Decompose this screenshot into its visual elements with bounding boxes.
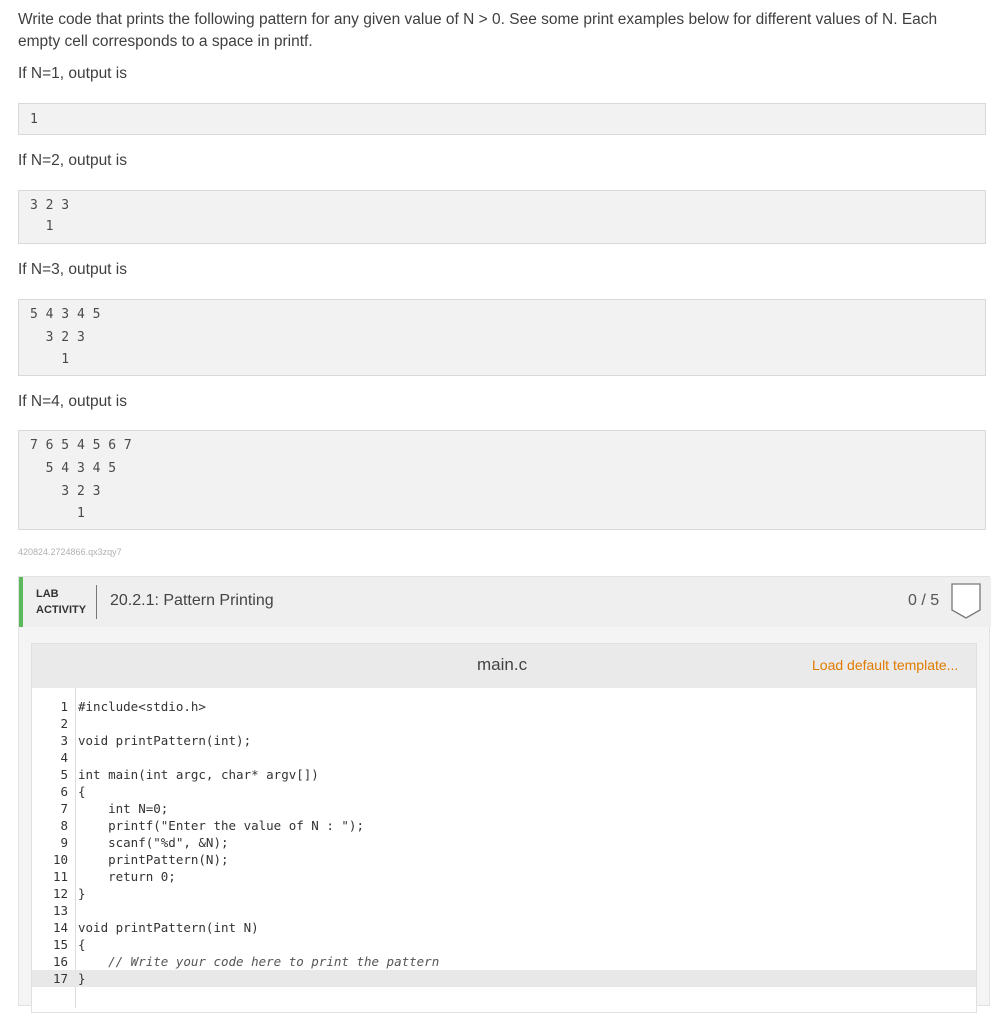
line-number: 17 — [52, 971, 68, 986]
line-number: 13 — [52, 903, 68, 918]
example-output-n4: 7 6 5 4 5 6 7 5 4 3 4 5 3 2 3 1 — [18, 430, 986, 530]
line-number: 7 — [60, 801, 68, 816]
code-text[interactable]: } — [78, 885, 86, 902]
editor-toolbar: main.c Load default template... — [32, 644, 976, 688]
example-output-n3: 5 4 3 4 5 3 2 3 1 — [18, 299, 986, 376]
code-line[interactable]: 9 scanf("%d", &N); — [32, 834, 976, 851]
line-number: 2 — [60, 716, 68, 731]
content-id: 420824.2724866.qx3zqy7 — [18, 547, 122, 557]
line-number: 3 — [60, 733, 68, 748]
line-number: 12 — [52, 886, 68, 901]
line-number: 5 — [60, 767, 68, 782]
lab-title: 20.2.1: Pattern Printing — [110, 592, 274, 609]
line-number: 9 — [60, 835, 68, 850]
code-text[interactable]: { — [78, 783, 86, 800]
code-text[interactable]: return 0; — [78, 868, 176, 885]
lab-activity-card: LAB ACTIVITY 20.2.1: Pattern Printing 0 … — [18, 576, 991, 1013]
line-number: 6 — [60, 784, 68, 799]
code-text[interactable]: int main(int argc, char* argv[]) — [78, 766, 319, 783]
example-label-n2: If N=2, output is — [18, 152, 127, 169]
load-default-template-link[interactable]: Load default template... — [812, 657, 958, 673]
code-line[interactable]: 1 #include<stdio.h> — [32, 698, 976, 715]
example-output-n1: 1 — [18, 103, 986, 135]
code-line[interactable]: 13 — [32, 902, 976, 919]
code-area[interactable]: 1 #include<stdio.h> 2 3 void printPattern(in… — [32, 688, 976, 1008]
code-line[interactable]: 7 int N=0; — [32, 800, 976, 817]
code-line[interactable]: 4 — [32, 749, 976, 766]
line-number: 10 — [52, 852, 68, 867]
code-text[interactable]: #include<stdio.h> — [78, 698, 206, 715]
completion-badge-icon — [951, 583, 981, 619]
line-number: 8 — [60, 818, 68, 833]
line-number: 1 — [60, 699, 68, 714]
code-text[interactable]: printPattern(N); — [78, 851, 228, 868]
problem-description: Write code that prints the following pat… — [18, 11, 938, 50]
lab-header: LAB ACTIVITY 20.2.1: Pattern Printing 0 … — [19, 577, 991, 627]
code-line[interactable]: 14 void printPattern(int N) — [32, 919, 976, 936]
score: 0 / 5 — [908, 592, 940, 609]
code-line[interactable]: 17} — [32, 970, 976, 987]
code-line[interactable]: 2 — [32, 715, 976, 732]
header-divider — [96, 585, 97, 619]
line-number: 16 — [52, 954, 68, 969]
code-line[interactable]: 15 { — [32, 936, 976, 953]
code-line[interactable]: 12} — [32, 885, 976, 902]
example-output-text: 1 — [30, 112, 38, 127]
example-label-n4: If N=4, output is — [18, 393, 127, 410]
line-number: 4 — [60, 750, 68, 765]
code-line[interactable]: 3 void printPattern(int); — [32, 732, 976, 749]
line-number: 15 — [52, 937, 68, 952]
filename: main.c — [477, 655, 528, 674]
code-text[interactable]: scanf("%d", &N); — [78, 834, 228, 851]
code-text[interactable]: // Write your code here to print the pat… — [78, 953, 439, 970]
code-line[interactable]: 11 return 0; — [32, 868, 976, 885]
code-editor[interactable]: main.c Load default template... 1 #includ… — [31, 643, 977, 1013]
code-text[interactable]: void printPattern(int); — [78, 732, 251, 749]
lab-tag-line1: LAB — [36, 588, 59, 600]
example-output-n2: 3 2 3 1 — [18, 190, 986, 244]
lab-tag-line2: ACTIVITY — [36, 604, 87, 616]
code-text[interactable]: printf("Enter the value of N : "); — [78, 817, 364, 834]
code-line[interactable]: 16 // Write your code here to print the … — [32, 953, 976, 970]
code-line[interactable]: 8 printf("Enter the value of N : "); — [32, 817, 976, 834]
code-text[interactable]: { — [78, 936, 86, 953]
code-line[interactable]: 10 printPattern(N); — [32, 851, 976, 868]
code-line[interactable]: 6{ — [32, 783, 976, 800]
code-line[interactable]: 5 int main(int argc, char* argv[]) — [32, 766, 976, 783]
example-label-n3: If N=3, output is — [18, 261, 127, 278]
example-label-n1: If N=1, output is — [18, 65, 127, 82]
line-number: 14 — [52, 920, 68, 935]
example-output-text: 3 2 3 1 — [30, 198, 70, 234]
code-text[interactable]: } — [78, 970, 86, 987]
code-text[interactable]: void printPattern(int N) — [78, 919, 259, 936]
line-number: 11 — [52, 869, 68, 884]
example-output-text: 7 6 5 4 5 6 7 5 4 3 4 5 3 2 3 1 — [30, 438, 132, 522]
example-output-text: 5 4 3 4 5 3 2 3 1 — [30, 307, 101, 367]
lab-activity-tag: LAB ACTIVITY — [36, 586, 86, 618]
code-text[interactable]: int N=0; — [78, 800, 168, 817]
